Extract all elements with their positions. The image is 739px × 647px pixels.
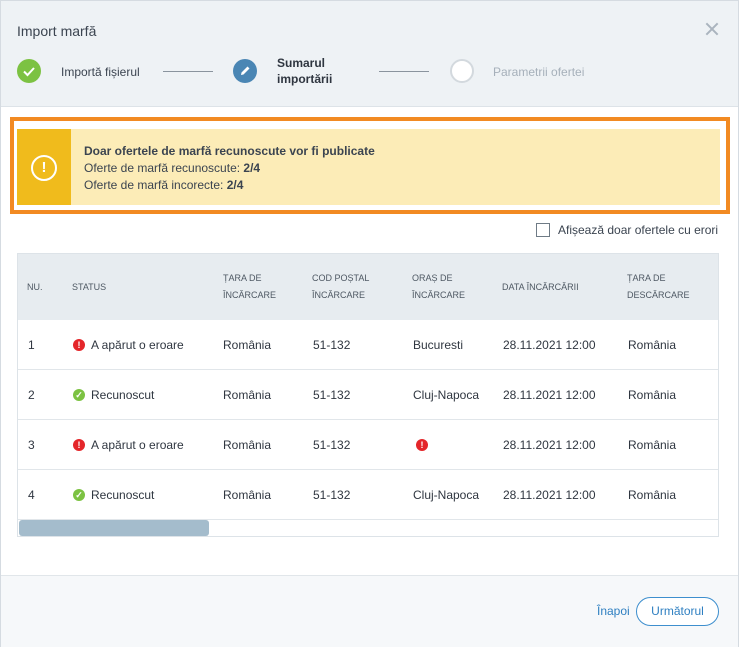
cell-load-postal: 51-132 — [313, 388, 351, 402]
step-2-label: Sumarul importării — [277, 56, 333, 86]
error-icon[interactable]: ! — [416, 439, 428, 451]
cell-nr: 4 — [28, 488, 35, 502]
alert-incorrect-value: 2/4 — [226, 178, 244, 192]
check-icon: ✓ — [73, 489, 85, 501]
step-3-label: Parametrii ofertei — [493, 65, 585, 79]
status-text: Recunoscut — [91, 488, 155, 502]
step-connector — [379, 71, 429, 72]
cell-unload-country: România — [628, 338, 677, 352]
table-row[interactable]: 4 ✓ Recunoscut România 51-132 Cluj-Napoc… — [18, 470, 718, 520]
exclamation-icon: ! — [31, 155, 57, 181]
next-button[interactable]: Următorul — [636, 597, 719, 626]
cell-load-country: România — [223, 388, 272, 402]
status-text: A apărut o eroare — [91, 438, 184, 452]
column-header-unload-country: ȚARA DE DESCĂRCARE — [627, 273, 690, 300]
table-row[interactable]: 1 ! A apărut o eroare România 51-132 Buc… — [18, 320, 718, 370]
cell-load-date: 28.11.2021 12:00 — [503, 488, 596, 502]
modal-header: Import marfă Importă fișierul Sumarul im… — [1, 1, 738, 107]
step-2-pencil-icon — [233, 59, 257, 83]
column-header-nr: NU. — [27, 281, 43, 292]
cell-unload-country: România — [628, 388, 677, 402]
cell-load-date: 28.11.2021 12:00 — [503, 338, 596, 352]
column-header-status: STATUS — [72, 281, 107, 292]
table-header: NU. STATUS ȚARA DE ÎNCĂRCARE COD POȘTAL … — [18, 254, 718, 320]
cell-status: ! A apărut o eroare — [73, 420, 184, 470]
error-icon: ! — [73, 339, 85, 351]
import-table: NU. STATUS ȚARA DE ÎNCĂRCARE COD POȘTAL … — [17, 253, 719, 537]
cell-load-country: România — [223, 338, 272, 352]
check-icon: ✓ — [73, 389, 85, 401]
errors-only-filter[interactable]: Afișează doar ofertele cu erori — [536, 222, 718, 238]
alert-title: Doar ofertele de marfă recunoscute vor f… — [84, 144, 375, 158]
alert-recognized-value: 2/4 — [243, 161, 261, 175]
cell-load-city: ! — [416, 420, 434, 470]
step-1-check-icon — [17, 59, 41, 83]
status-text: Recunoscut — [91, 388, 155, 402]
cell-load-country: România — [223, 438, 272, 452]
cell-load-postal: 51-132 — [313, 488, 351, 502]
cell-status: ! A apărut o eroare — [73, 320, 184, 370]
cell-load-postal: 51-132 — [313, 338, 351, 352]
cell-nr: 3 — [28, 438, 35, 452]
cell-load-postal: 51-132 — [313, 438, 351, 452]
cell-status: ✓ Recunoscut — [73, 370, 154, 420]
cell-load-city: Bucuresti — [413, 338, 464, 352]
cell-nr: 2 — [28, 388, 35, 402]
cell-load-country: România — [223, 488, 272, 502]
status-text: A apărut o eroare — [91, 338, 184, 352]
cell-nr: 1 — [28, 338, 35, 352]
step-1-label: Importă fișierul — [61, 65, 140, 79]
cell-load-city: Cluj-Napoca — [413, 488, 480, 502]
alert-incorrect: Oferte de marfă incorecte: 2/4 — [84, 178, 243, 192]
cell-status: ✓ Recunoscut — [73, 470, 154, 520]
cell-unload-country: România — [628, 438, 677, 452]
close-icon[interactable] — [704, 21, 720, 37]
error-icon: ! — [73, 439, 85, 451]
back-link[interactable]: Înapoi — [597, 604, 630, 618]
table-row[interactable]: 3 ! A apărut o eroare România 51-132 ! 2… — [18, 420, 718, 470]
cell-load-date: 28.11.2021 12:00 — [503, 438, 596, 452]
alert-recognized-label: Oferte de marfă recunoscute: — [84, 161, 241, 175]
import-modal: Import marfă Importă fișierul Sumarul im… — [0, 0, 739, 647]
column-header-load-postal: COD POȘTAL ÎNCĂRCARE — [312, 273, 370, 300]
horizontal-scrollbar[interactable] — [19, 520, 209, 536]
column-header-load-country: ȚARA DE ÎNCĂRCARE — [223, 273, 277, 300]
column-header-load-city: ORAȘ DE ÎNCĂRCARE — [412, 273, 466, 300]
errors-only-checkbox[interactable] — [536, 223, 550, 237]
cell-load-date: 28.11.2021 12:00 — [503, 388, 596, 402]
cell-load-city: Cluj-Napoca — [413, 388, 480, 402]
step-connector — [163, 71, 213, 72]
alert-recognized: Oferte de marfă recunoscute: 2/4 — [84, 161, 260, 175]
step-3-circle-icon — [450, 59, 474, 83]
cell-unload-country: România — [628, 488, 677, 502]
table-row[interactable]: 2 ✓ Recunoscut România 51-132 Cluj-Napoc… — [18, 370, 718, 420]
modal-title: Import marfă — [17, 23, 97, 39]
errors-only-label: Afișează doar ofertele cu erori — [558, 223, 719, 237]
column-header-load-date: DATA ÎNCĂRCĂRII — [502, 281, 579, 292]
alert-incorrect-label: Oferte de marfă incorecte: — [84, 178, 224, 192]
